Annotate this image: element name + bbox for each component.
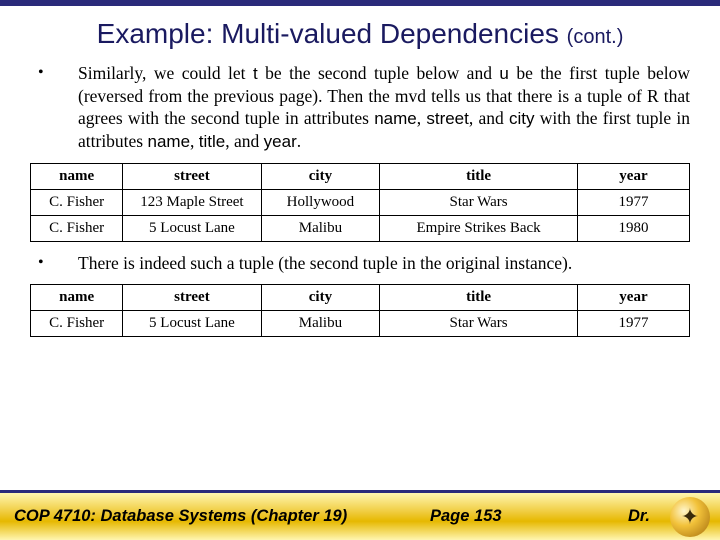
title-continued: (cont.) bbox=[567, 26, 624, 48]
cell-title: Star Wars bbox=[380, 311, 578, 337]
th-street: street bbox=[123, 163, 261, 189]
cell-name: C. Fisher bbox=[31, 311, 123, 337]
cell-street: 123 Maple Street bbox=[123, 189, 261, 215]
th-city: city bbox=[261, 285, 380, 311]
slide-body: Example: Multi-valued Dependencies (cont… bbox=[0, 6, 720, 337]
title-main: Example: Multi-valued Dependencies bbox=[97, 18, 559, 49]
cell-title: Empire Strikes Back bbox=[380, 215, 578, 241]
bullet-mark: • bbox=[30, 252, 78, 274]
bullet-1: • Similarly, we could let t be the secon… bbox=[30, 62, 690, 153]
th-name: name bbox=[31, 163, 123, 189]
cell-city: Malibu bbox=[261, 215, 380, 241]
footer-page: Page 153 bbox=[430, 507, 502, 526]
cell-street: 5 Locust Lane bbox=[123, 215, 261, 241]
text-frag: be the second tuple below and bbox=[258, 63, 500, 83]
bullet-mark: • bbox=[30, 62, 78, 153]
bullet-2-text: There is indeed such a tuple (the second… bbox=[78, 252, 690, 274]
cell-name: C. Fisher bbox=[31, 189, 123, 215]
text-frag: , and bbox=[225, 131, 263, 151]
th-year: year bbox=[577, 285, 689, 311]
th-title: title bbox=[380, 163, 578, 189]
text-frag: . bbox=[297, 131, 301, 151]
attr-title: title bbox=[199, 132, 225, 151]
table-1: name street city title year C. Fisher 12… bbox=[30, 163, 690, 242]
attr-name: name bbox=[148, 132, 191, 151]
cell-name: C. Fisher bbox=[31, 215, 123, 241]
th-city: city bbox=[261, 163, 380, 189]
footer-author: Dr. bbox=[628, 507, 650, 526]
footer: COP 4710: Database Systems (Chapter 19) … bbox=[0, 490, 720, 540]
attr-city: city bbox=[509, 109, 535, 128]
attr-street: street bbox=[426, 109, 469, 128]
table-header-row: name street city title year bbox=[31, 163, 690, 189]
bullet-2: • There is indeed such a tuple (the seco… bbox=[30, 252, 690, 274]
table-row: C. Fisher 5 Locust Lane Malibu Star Wars… bbox=[31, 311, 690, 337]
cell-city: Hollywood bbox=[261, 189, 380, 215]
cell-street: 5 Locust Lane bbox=[123, 311, 261, 337]
cell-city: Malibu bbox=[261, 311, 380, 337]
table-row: C. Fisher 5 Locust Lane Malibu Empire St… bbox=[31, 215, 690, 241]
th-year: year bbox=[577, 163, 689, 189]
text-frag: , bbox=[190, 131, 199, 151]
bullet-1-text: Similarly, we could let t be the second … bbox=[78, 62, 690, 153]
attr-name: name bbox=[374, 109, 417, 128]
var-u: u bbox=[499, 64, 508, 83]
footer-course: COP 4710: Database Systems (Chapter 19) bbox=[14, 507, 347, 526]
cell-year: 1977 bbox=[577, 311, 689, 337]
cell-year: 1977 bbox=[577, 189, 689, 215]
table-header-row: name street city title year bbox=[31, 285, 690, 311]
footer-bar: COP 4710: Database Systems (Chapter 19) … bbox=[0, 493, 720, 540]
text-frag: , and bbox=[469, 108, 509, 128]
th-street: street bbox=[123, 285, 261, 311]
table-row: C. Fisher 123 Maple Street Hollywood Sta… bbox=[31, 189, 690, 215]
cell-title: Star Wars bbox=[380, 189, 578, 215]
th-title: title bbox=[380, 285, 578, 311]
cell-year: 1980 bbox=[577, 215, 689, 241]
slide-title: Example: Multi-valued Dependencies (cont… bbox=[30, 18, 690, 50]
text-frag: , bbox=[417, 108, 427, 128]
pegasus-logo-icon: ✦ bbox=[670, 497, 710, 537]
attr-year: year bbox=[264, 132, 297, 151]
text-frag: Similarly, we could let bbox=[78, 63, 253, 83]
th-name: name bbox=[31, 285, 123, 311]
table-2: name street city title year C. Fisher 5 … bbox=[30, 284, 690, 337]
